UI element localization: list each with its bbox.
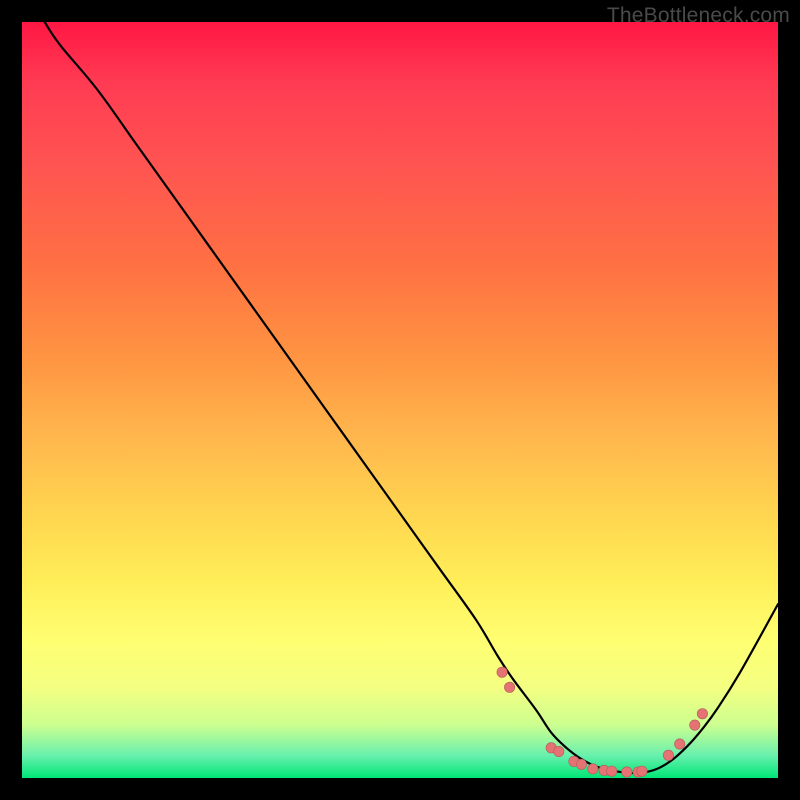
curve-marker <box>697 709 707 719</box>
curve-marker <box>576 759 586 769</box>
curve-marker <box>663 750 673 760</box>
watermark-text: TheBottleneck.com <box>607 4 790 28</box>
curve-marker <box>554 746 564 756</box>
curve-marker <box>607 766 617 776</box>
curve-marker <box>504 682 514 692</box>
curve-marker <box>690 720 700 730</box>
curve-marker <box>622 767 632 777</box>
curve-marker <box>637 766 647 776</box>
curve-marker <box>675 739 685 749</box>
curve-svg <box>22 22 778 778</box>
chart-frame: TheBottleneck.com <box>0 0 800 800</box>
bottleneck-curve <box>45 22 778 773</box>
plot-area <box>22 22 778 778</box>
curve-marker <box>588 764 598 774</box>
curve-marker <box>497 667 507 677</box>
curve-markers <box>497 667 708 777</box>
